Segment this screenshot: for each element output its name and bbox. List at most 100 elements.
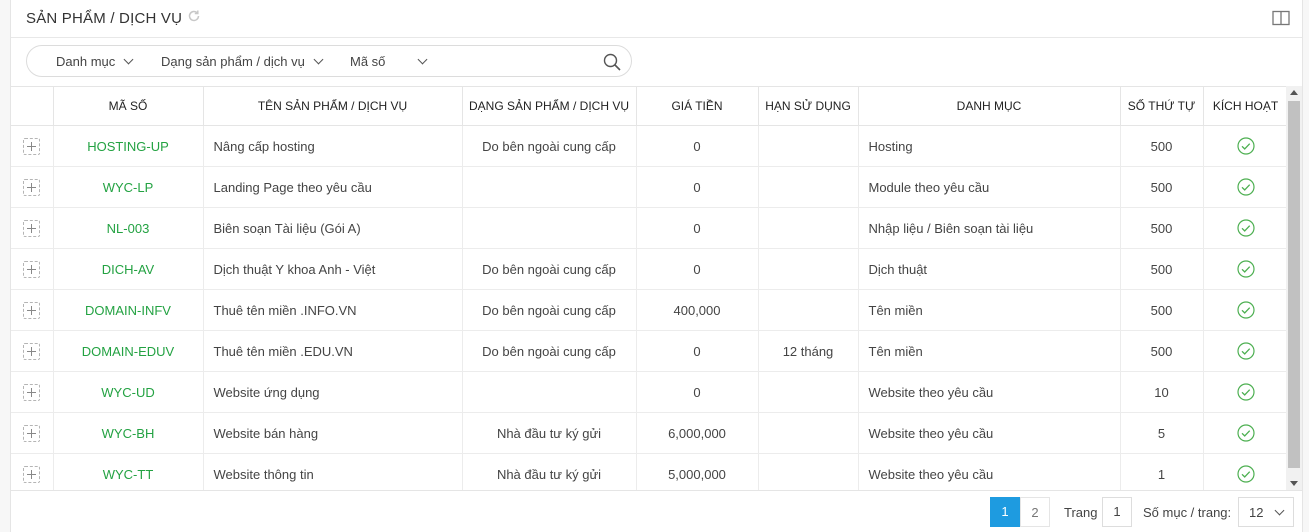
page-button-1[interactable]: 1 — [990, 497, 1020, 527]
vertical-scrollbar[interactable] — [1286, 86, 1302, 490]
cell-code[interactable]: HOSTING-UP — [53, 125, 204, 167]
header-type[interactable]: DẠNG SẢN PHẨM / DỊCH VỤ — [462, 86, 637, 126]
header-order[interactable]: SỐ THỨ TỰ — [1120, 86, 1204, 126]
cell-category: Website theo yêu cầu — [858, 453, 1121, 490]
cell-price: 0 — [636, 166, 759, 208]
header-active[interactable]: KÍCH HOẠT — [1203, 86, 1286, 126]
cell-type — [462, 207, 637, 249]
header-name[interactable]: TÊN SẢN PHẨM / DỊCH VỤ — [203, 86, 463, 126]
pagination-bar: 1 2 Trang 1 Số mục / trang: 12 — [11, 490, 1302, 532]
cell-expand — [11, 289, 54, 331]
page-button-2[interactable]: 2 — [1020, 497, 1050, 527]
cell-category: Hosting — [858, 125, 1121, 167]
chevron-down-icon — [123, 54, 134, 65]
cell-duration — [758, 289, 859, 331]
table-row[interactable]: NL-003 Biên soạn Tài liệu (Gói A) 0 Nhập li… — [11, 207, 1286, 249]
table-row[interactable]: WYC-BH Website bán hàng Nhà đầu tư ký gửi 6… — [11, 412, 1286, 454]
table-row[interactable]: DOMAIN-EDUV Thuê tên miền .EDU.VN Do bên n… — [11, 330, 1286, 372]
cell-active — [1203, 166, 1286, 208]
cell-order: 500 — [1120, 207, 1204, 249]
cell-type — [462, 371, 637, 413]
expand-row-icon[interactable] — [23, 260, 41, 278]
cell-order: 500 — [1120, 125, 1204, 167]
check-circle-icon[interactable] — [1236, 178, 1255, 196]
check-circle-icon[interactable] — [1236, 301, 1255, 319]
cell-category: Website theo yêu cầu — [858, 371, 1121, 413]
expand-row-icon[interactable] — [23, 301, 41, 319]
products-panel: SẢN PHẨM / DỊCH VỤ Danh mục Dạng sản phẩ… — [10, 0, 1303, 532]
cell-category: Tên miền — [858, 289, 1121, 331]
cell-type: Nhà đầu tư ký gửi — [462, 453, 637, 490]
cell-price: 0 — [636, 371, 759, 413]
filter-type[interactable]: Dạng sản phẩm / dịch vụ — [161, 54, 324, 69]
cell-active — [1203, 453, 1286, 490]
table-row[interactable]: DOMAIN-INFV Thuê tên miền .INFO.VN Do bên … — [11, 289, 1286, 331]
cell-name: Thuê tên miền .EDU.VN — [203, 330, 463, 372]
cell-name: Nâng cấp hosting — [203, 125, 463, 167]
expand-row-icon[interactable] — [23, 178, 41, 196]
table-row[interactable]: WYC-UD Website ứng dụng 0 Website theo yêu … — [11, 371, 1286, 413]
expand-row-icon[interactable] — [23, 424, 41, 442]
header-expand — [11, 86, 54, 126]
cell-code[interactable]: WYC-UD — [53, 371, 204, 413]
scroll-thumb[interactable] — [1288, 101, 1300, 468]
table-row[interactable]: WYC-LP Landing Page theo yêu cầu 0 Module t… — [11, 166, 1286, 208]
cell-code[interactable]: WYC-LP — [53, 166, 204, 208]
expand-row-icon[interactable] — [23, 219, 41, 237]
filter-code[interactable]: Mã số — [350, 54, 428, 69]
expand-row-icon[interactable] — [23, 465, 41, 483]
cell-type — [462, 166, 637, 208]
products-table: MÃ SỐ TÊN SẢN PHẨM / DỊCH VỤ DẠNG SẢN PH… — [11, 86, 1286, 490]
check-circle-icon[interactable] — [1236, 219, 1255, 237]
cell-order: 500 — [1120, 248, 1204, 290]
table-row[interactable]: WYC-TT Website thông tin Nhà đầu tư ký gửi… — [11, 453, 1286, 490]
book-icon[interactable] — [1272, 10, 1290, 26]
expand-row-icon[interactable] — [23, 342, 41, 360]
chevron-down-icon — [313, 54, 324, 65]
expand-row-icon[interactable] — [23, 383, 41, 401]
filter-category[interactable]: Danh mục — [56, 54, 134, 69]
cell-code[interactable]: NL-003 — [53, 207, 204, 249]
cell-expand — [11, 371, 54, 413]
header-duration[interactable]: HẠN SỬ DỤNG — [758, 86, 859, 126]
check-circle-icon[interactable] — [1236, 465, 1255, 483]
check-circle-icon[interactable] — [1236, 260, 1255, 278]
cell-active — [1203, 412, 1286, 454]
cell-name: Website bán hàng — [203, 412, 463, 454]
cell-code[interactable]: DOMAIN-INFV — [53, 289, 204, 331]
cell-name: Biên soạn Tài liệu (Gói A) — [203, 207, 463, 249]
scroll-up-arrow-icon[interactable] — [1290, 90, 1298, 95]
table-row[interactable]: DICH-AV Dịch thuật Y khoa Anh - Việt Do bê… — [11, 248, 1286, 290]
header-code[interactable]: MÃ SỐ — [53, 86, 204, 126]
cell-code[interactable]: DICH-AV — [53, 248, 204, 290]
cell-expand — [11, 166, 54, 208]
check-circle-icon[interactable] — [1236, 137, 1255, 155]
header-category[interactable]: DANH MỤC — [858, 86, 1121, 126]
search-icon[interactable] — [603, 53, 621, 71]
cell-type: Do bên ngoài cung cấp — [462, 289, 637, 331]
cell-order: 500 — [1120, 166, 1204, 208]
check-circle-icon[interactable] — [1236, 383, 1255, 401]
table-row[interactable]: HOSTING-UP Nâng cấp hosting Do bên ngoài c… — [11, 125, 1286, 167]
cell-duration — [758, 166, 859, 208]
cell-category: Module theo yêu cầu — [858, 166, 1121, 208]
cell-code[interactable]: WYC-BH — [53, 412, 204, 454]
check-circle-icon[interactable] — [1236, 342, 1255, 360]
page-number-input[interactable]: 1 — [1102, 497, 1132, 527]
expand-row-icon[interactable] — [23, 137, 41, 155]
scroll-down-arrow-icon[interactable] — [1290, 481, 1298, 486]
header-price[interactable]: GIÁ TIỀN — [636, 86, 759, 126]
cell-duration: 12 tháng — [758, 330, 859, 372]
cell-duration — [758, 412, 859, 454]
cell-type: Nhà đầu tư ký gửi — [462, 412, 637, 454]
cell-active — [1203, 330, 1286, 372]
cell-name: Thuê tên miền .INFO.VN — [203, 289, 463, 331]
check-circle-icon[interactable] — [1236, 424, 1255, 442]
chevron-down-icon — [417, 54, 428, 65]
cell-code[interactable]: WYC-TT — [53, 453, 204, 490]
refresh-icon[interactable] — [187, 9, 201, 23]
cell-type: Do bên ngoài cung cấp — [462, 125, 637, 167]
cell-price: 0 — [636, 248, 759, 290]
per-page-select[interactable]: 12 — [1238, 497, 1294, 527]
cell-code[interactable]: DOMAIN-EDUV — [53, 330, 204, 372]
